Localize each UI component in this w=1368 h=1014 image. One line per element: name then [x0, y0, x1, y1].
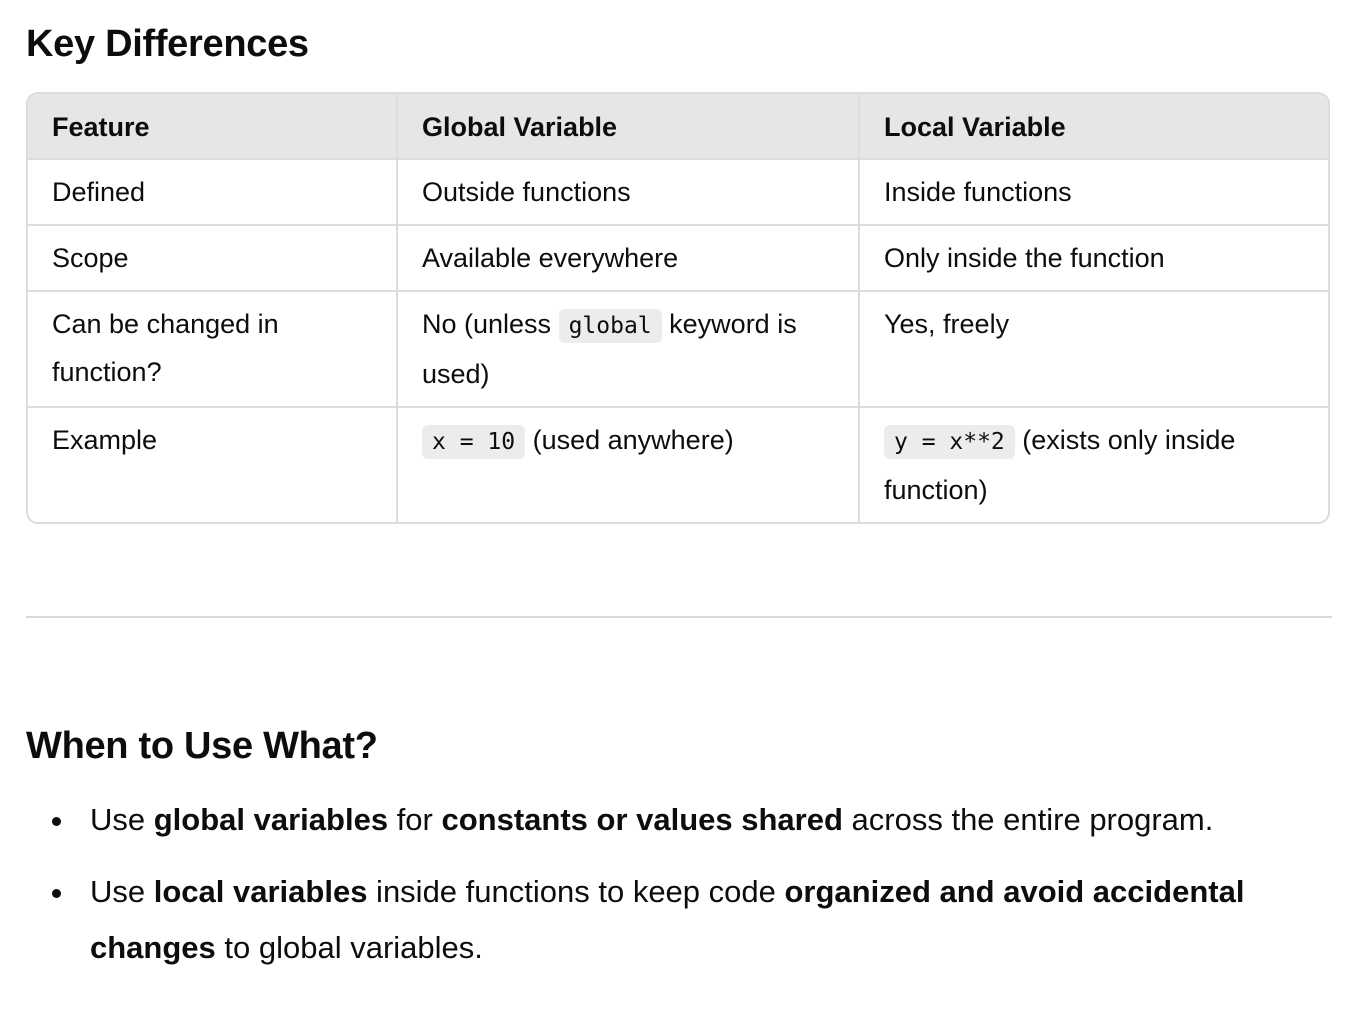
- cell-feature: Example: [28, 406, 397, 522]
- cell-global: Outside functions: [396, 158, 859, 225]
- bullet-icon: [52, 817, 61, 826]
- key-differences-heading: Key Differences: [26, 23, 309, 65]
- cell-global: Available everywhere: [396, 224, 859, 291]
- list-text: across the entire program.: [842, 802, 1214, 837]
- list-text: for: [388, 802, 442, 837]
- table-row: Can be changed in function? No (unless g…: [28, 290, 1328, 407]
- comparison-table: Feature Global Variable Local Variable D…: [26, 92, 1330, 524]
- list-text: Use: [90, 802, 154, 837]
- inline-code: x = 10: [422, 425, 526, 459]
- header-global-variable: Global Variable: [396, 94, 859, 159]
- table-row: Scope Available everywhere Only inside t…: [28, 224, 1328, 291]
- list-item: Use local variables inside functions to …: [26, 864, 1326, 976]
- cell-local: Only inside the function: [858, 224, 1328, 291]
- cell-feature: Defined: [28, 158, 397, 225]
- cell-feature: Can be changed in function?: [28, 290, 397, 407]
- inline-code: y = x**2: [884, 425, 1015, 459]
- list-text: to global variables.: [215, 930, 483, 965]
- bullet-icon: [52, 889, 61, 898]
- cell-local: Yes, freely: [858, 290, 1328, 407]
- when-to-use-heading: When to Use What?: [26, 725, 378, 767]
- list-text: Use: [90, 874, 154, 909]
- inline-code: global: [558, 309, 662, 343]
- list-item: Use global variables for constants or va…: [26, 792, 1326, 848]
- cell-feature: Scope: [28, 224, 397, 291]
- list-text: inside functions to keep code: [367, 874, 785, 909]
- cell-local: y = x**2 (exists only inside function): [858, 406, 1328, 522]
- header-feature: Feature: [28, 94, 397, 159]
- cell-text: (used anywhere): [525, 425, 734, 455]
- table-row: Example x = 10 (used anywhere) y = x**2 …: [28, 406, 1328, 522]
- horizontal-divider: [26, 616, 1332, 618]
- header-local-variable: Local Variable: [858, 94, 1328, 159]
- list-bold-text: local variables: [153, 874, 368, 909]
- usage-list: Use global variables for constants or va…: [26, 792, 1326, 992]
- cell-text: No (unless: [422, 309, 559, 339]
- table-row: Defined Outside functions Inside functio…: [28, 158, 1328, 225]
- cell-local: Inside functions: [858, 158, 1328, 225]
- cell-global: No (unless global keyword is used): [396, 290, 859, 407]
- table-header-row: Feature Global Variable Local Variable: [28, 94, 1328, 159]
- list-bold-text: global variables: [153, 802, 389, 837]
- cell-global: x = 10 (used anywhere): [396, 406, 859, 522]
- list-bold-text: constants or values shared: [441, 802, 843, 837]
